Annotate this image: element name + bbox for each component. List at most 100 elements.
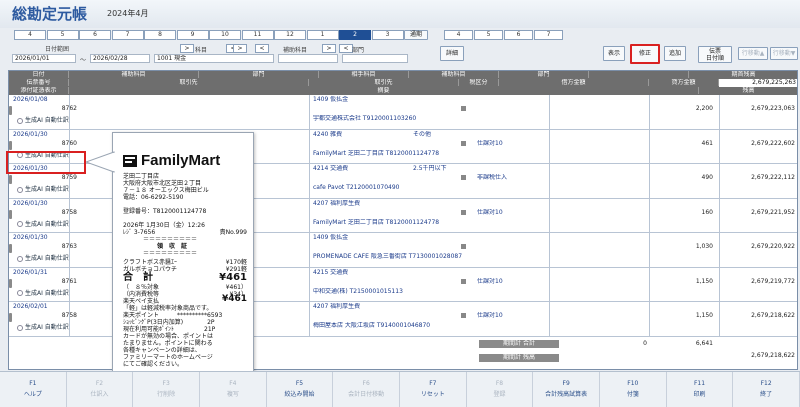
- month-tab-6[interactable]: 6: [79, 30, 111, 40]
- fkey-number: F2: [95, 380, 104, 387]
- fkey-number: F8: [495, 380, 504, 387]
- attachment-icon[interactable]: [461, 278, 466, 284]
- receipt-line: 2026年 1月30日（金）12:26: [123, 222, 205, 229]
- sub-account-next-button[interactable]: >: [233, 44, 247, 53]
- ai-journal-tag[interactable]: 生成AI 自動仕訳: [17, 219, 69, 228]
- account-select[interactable]: 1001 現金: [154, 54, 274, 63]
- drag-handle-icon[interactable]: [9, 244, 12, 253]
- month-tab-12[interactable]: 12: [274, 30, 306, 40]
- col-header-r2-0: 伝票番号: [9, 79, 69, 86]
- function-key-bar: F1 ヘルプ F2 仕訳入 F3 行削除 F4 複写 F5 絞込み開始 F6 会計日付移動 F7 リセット…: [0, 371, 800, 407]
- col-header-r3-2: 残高: [699, 87, 797, 94]
- column-divider: [719, 164, 720, 199]
- column-divider: [69, 267, 70, 302]
- attachment-icon[interactable]: [461, 313, 466, 318]
- column-divider: [719, 233, 720, 268]
- column-divider: [649, 233, 650, 268]
- slip-date-order-button[interactable]: 伝票 日付順: [698, 46, 732, 63]
- receipt-item-name: クラフトボス赤醤ｴｰ: [123, 259, 178, 266]
- receipt-note: 各種キャンペーンの詳細は、: [123, 347, 201, 354]
- grid-header: 日付 補助科目 部門 相手科目 補助科目 部門 期首残高 伝票番号 取引先 取引先 税区分 借方金額貸…: [9, 71, 797, 95]
- month-tab-1[interactable]: 1: [306, 30, 339, 40]
- tax-category: 仕課対10: [477, 277, 503, 285]
- sub-account-select[interactable]: [278, 54, 338, 63]
- attachment-icon[interactable]: [461, 106, 466, 111]
- receipt-line: 大阪府大阪市北区芝田２丁目: [123, 180, 202, 187]
- fkey-number: F5: [295, 380, 304, 387]
- ai-journal-tag[interactable]: 生成AI 自動仕訳: [17, 115, 69, 124]
- add-button[interactable]: 追加: [664, 46, 686, 61]
- fkey-f5[interactable]: F5 絞込み開始: [267, 372, 334, 407]
- month-tab-5[interactable]: 5: [46, 30, 79, 40]
- quarter-tab-5[interactable]: 5: [474, 30, 503, 40]
- attachment-icon[interactable]: [461, 175, 466, 180]
- quarter-tab-6[interactable]: 6: [504, 30, 533, 40]
- month-tab-9[interactable]: 9: [176, 30, 209, 40]
- column-divider: [549, 302, 550, 337]
- fkey-f2[interactable]: F2 仕訳入: [67, 372, 134, 407]
- credit-amount: 2,200: [695, 105, 713, 112]
- move-up-button[interactable]: 行移動▲: [738, 47, 768, 60]
- fkey-label: 登録: [493, 391, 506, 398]
- date-to-input[interactable]: 2026/02/28: [90, 54, 150, 63]
- month-tab-7[interactable]: 7: [111, 30, 144, 40]
- dept-prev-button[interactable]: <: [339, 44, 353, 53]
- attachment-icon[interactable]: [461, 244, 466, 249]
- fkey-f12[interactable]: F12 終了: [733, 372, 800, 407]
- display-button[interactable]: 表示: [603, 46, 625, 61]
- month-tab-11[interactable]: 11: [241, 30, 274, 40]
- ai-journal-tag[interactable]: 生成AI 自動仕訳: [17, 184, 69, 193]
- fkey-f6[interactable]: F6 会計日付移動: [333, 372, 400, 407]
- move-down-button[interactable]: 行移動▼: [770, 47, 798, 60]
- fkey-f3[interactable]: F3 行削除: [133, 372, 200, 407]
- ai-journal-tag[interactable]: 生成AI 自動仕訳: [17, 253, 69, 262]
- detail-button[interactable]: 詳細: [440, 46, 464, 61]
- fkey-label: 合計残高試算表: [545, 391, 588, 398]
- receipt-note: 楽天ポイント **********6593: [123, 312, 223, 319]
- col-header-r2-5: 貸方金額: [649, 79, 719, 86]
- month-tab-2[interactable]: 2: [339, 30, 371, 40]
- ai-tag-label: 生成AI 自動仕訳: [25, 324, 69, 331]
- attachment-icon[interactable]: [461, 140, 466, 146]
- ledger-window: 総勘定元帳 2024年4月 4 5 6 7 8 9 10 11 12 1 2 3 通期 4567 日付…: [0, 0, 800, 407]
- full-year-button[interactable]: 通期: [404, 30, 428, 40]
- sub-account-prev-button[interactable]: <: [255, 44, 269, 53]
- column-divider: [719, 129, 720, 164]
- fkey-f8[interactable]: F8 登録: [467, 372, 534, 407]
- balance: 2,679,222,602: [751, 139, 795, 147]
- quarter-tab-4[interactable]: 4: [444, 30, 473, 40]
- col-header-r1-7: 期首残高: [689, 71, 797, 78]
- month-tab-4[interactable]: 4: [14, 30, 46, 40]
- drag-handle-icon[interactable]: [9, 175, 12, 184]
- drag-handle-icon[interactable]: [9, 106, 12, 115]
- fkey-f7[interactable]: F7 リセット: [400, 372, 467, 407]
- table-row[interactable]: 2026/01/088762生成AI 自動仕訳1409 仮払金宇都交通株式会社 …: [9, 95, 797, 130]
- fkey-f9[interactable]: F9 合計残高試算表: [533, 372, 600, 407]
- dept-select[interactable]: [342, 54, 408, 63]
- balance: 2,679,218,622: [751, 312, 795, 319]
- month-tab-10[interactable]: 10: [209, 30, 241, 40]
- ai-journal-tag[interactable]: 生成AI 自動仕訳: [17, 322, 69, 331]
- dept-next-button[interactable]: >: [322, 44, 336, 53]
- account-next-button[interactable]: >: [180, 44, 194, 53]
- drag-handle-icon[interactable]: [9, 140, 12, 150]
- fkey-f4[interactable]: F4 複写: [200, 372, 267, 407]
- fkey-number: F9: [562, 380, 570, 387]
- fkey-f11[interactable]: F11 印刷: [667, 372, 734, 407]
- quarter-tab-7[interactable]: 7: [534, 30, 563, 40]
- drag-handle-icon[interactable]: [9, 209, 12, 219]
- row-date: 2026/01/31: [13, 268, 48, 276]
- period-total-credit: 6,641: [695, 339, 713, 347]
- ai-journal-tag[interactable]: 生成AI 自動仕訳: [17, 288, 69, 297]
- fkey-f1[interactable]: F1 ヘルプ: [0, 372, 67, 407]
- receipt-slip-no: 責No.999: [219, 229, 247, 236]
- drag-handle-icon[interactable]: [9, 278, 12, 288]
- date-from-input[interactable]: 2026/01/01: [12, 54, 76, 63]
- month-tab-8[interactable]: 8: [144, 30, 176, 40]
- month-tab-3[interactable]: 3: [371, 30, 404, 40]
- drag-handle-icon[interactable]: [9, 313, 12, 322]
- correct-button[interactable]: 修正: [630, 44, 660, 64]
- column-divider: [649, 164, 650, 199]
- attachment-icon[interactable]: [461, 209, 466, 215]
- fkey-f10[interactable]: F10 付箋: [600, 372, 667, 407]
